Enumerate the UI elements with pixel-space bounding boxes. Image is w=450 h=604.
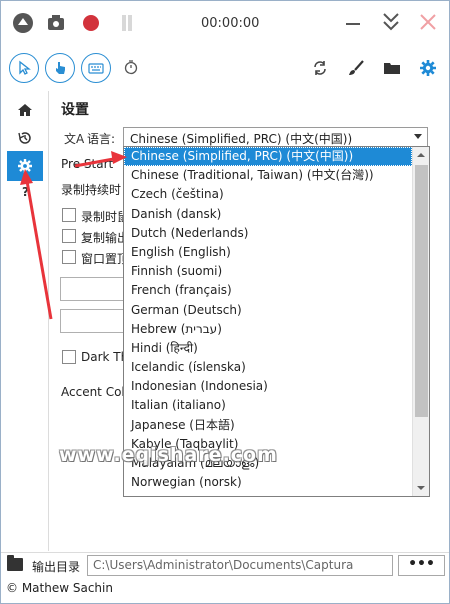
app-window: 00:00:00 ? 设置 文A 语言: Chinese (Simplified… [0,0,450,604]
language-label: 语言: [87,132,116,146]
language-option[interactable]: French (français) [124,281,412,300]
checkbox-copy-output[interactable] [62,229,76,243]
output-bar: 输出目录 C:\Users\Administrator\Documents\Ca… [1,552,449,578]
gear-icon [18,159,32,173]
accent-color-label: Accent Col [61,385,125,399]
collapse-icon[interactable] [13,13,33,33]
chevron-down-icon [414,134,422,139]
pause-icon[interactable] [119,15,135,31]
home-icon [18,104,32,116]
recording-timer: 00:00:00 [201,16,260,31]
language-option-selected[interactable]: Chinese (Simplified, PRC) (中文(中国)) [124,147,412,167]
language-option[interactable]: Japanese (日本語) [124,416,412,435]
folder-icon[interactable] [7,555,23,571]
scroll-thumb[interactable] [415,165,428,417]
sidebar-item-help[interactable]: ? [7,185,43,201]
checkbox-always-on-top-label: 窗口置顶 [81,252,130,266]
hotkey-input-2[interactable] [60,309,130,333]
language-option[interactable]: Icelandic (íslenska) [124,358,412,377]
hotkey-input-1[interactable] [60,277,130,301]
checkbox-always-on-top[interactable] [62,250,76,264]
language-option[interactable]: English (English) [124,243,412,262]
checkbox-record-cursor[interactable] [62,208,76,222]
hand-pointer-icon [56,62,65,74]
scroll-up-icon[interactable] [413,147,429,164]
language-option[interactable]: Finnish (suomi) [124,262,412,281]
stopwatch-icon[interactable] [123,59,141,77]
close-icon[interactable] [419,13,437,31]
language-option[interactable]: Italian (italiano) [124,396,412,415]
watermark: www.eqishare.com [59,444,278,466]
language-option[interactable]: Dutch (Nederlands) [124,224,412,243]
folder-icon[interactable] [383,59,401,77]
checkbox-dark-theme[interactable] [62,350,76,364]
checkbox-copy-output-label: 复制输出 [81,231,130,245]
record-button[interactable] [83,15,99,31]
sidebar: ? [1,91,49,551]
language-option[interactable]: Hindi (हिन्दी) [124,339,412,358]
record-duration-label: 录制持续时 [61,183,122,197]
language-option[interactable]: Czech (čeština) [124,185,412,204]
question-icon: ? [22,185,29,199]
settings-gear-icon[interactable] [419,59,437,77]
language-option[interactable]: Danish (dansk) [124,205,412,224]
language-options: Chinese (Simplified, PRC) (中文(中国)) Chines… [124,147,412,492]
brush-icon[interactable] [347,59,365,77]
language-option[interactable]: Hebrew (עברית) [124,320,412,339]
translate-icon: 文A [64,132,85,146]
click-tool-button[interactable] [45,53,75,83]
sidebar-item-settings[interactable] [7,151,43,181]
refresh-icon[interactable] [311,59,329,77]
toolbar [1,45,449,91]
double-chevron-down-icon[interactable] [382,11,400,33]
language-option[interactable]: Norwegian (norsk) [124,473,412,492]
sidebar-item-history[interactable] [7,123,43,153]
output-path-input[interactable]: C:\Users\Administrator\Documents\Captura [87,555,393,576]
language-option[interactable]: German (Deutsch) [124,301,412,320]
scroll-down-icon[interactable] [413,479,429,496]
copyright-text: © Mathew Sachin [6,581,113,595]
keyboard-icon [88,63,104,74]
language-option[interactable]: Chinese (Traditional, Taiwan) (中文(台灣)) [124,166,412,185]
output-directory-label: 输出目录 [32,560,81,574]
cursor-arrow-icon [19,60,31,75]
minimize-icon[interactable] [346,23,360,25]
browse-button[interactable]: ••• [398,555,445,576]
sidebar-item-home[interactable] [7,95,43,125]
cursor-tool-button[interactable] [9,53,39,83]
language-select[interactable]: Chinese (Simplified, PRC) (中文(中国)) [123,127,428,147]
title-bar: 00:00:00 [1,1,449,45]
language-option[interactable]: Indonesian (Indonesia) [124,377,412,396]
language-select-value: Chinese (Simplified, PRC) (中文(中国)) [130,132,353,146]
screenshot-camera-icon[interactable] [47,13,67,33]
pre-start-label: Pre Start [61,157,114,171]
checkbox-record-cursor-label: 录制时鼠 [81,210,130,224]
dropdown-scrollbar[interactable] [412,147,429,496]
history-icon [18,132,31,144]
keyboard-tool-button[interactable] [81,53,111,83]
dark-theme-label: Dark Th [81,350,129,364]
page-title: 设置 [61,102,89,118]
